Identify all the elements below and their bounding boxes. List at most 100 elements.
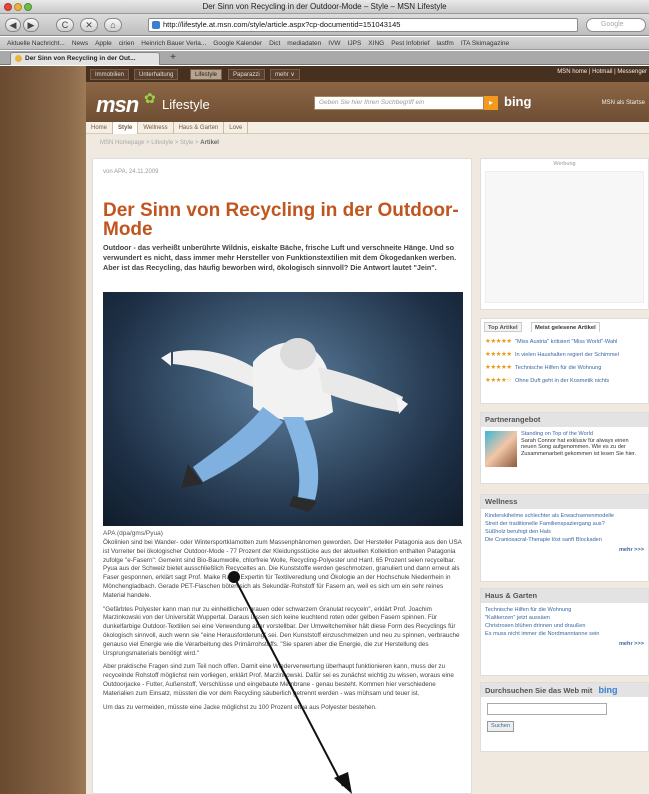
msn-search-button[interactable]: ▸ — [484, 96, 498, 110]
tab-active[interactable]: Der Sinn von Recycling in der Out... — [10, 52, 160, 65]
subnav-home[interactable]: Home — [86, 122, 114, 134]
subnav-love[interactable]: Love — [224, 122, 249, 134]
partner-title: Partnerangebot — [481, 413, 648, 427]
bookmark-item[interactable]: mediadaten — [287, 37, 321, 49]
tab-favicon-icon — [15, 55, 22, 62]
bookmark-item[interactable]: IVW — [328, 37, 340, 49]
browser-search-input[interactable]: Google — [586, 18, 646, 32]
article-paragraph: Aber praktische Fragen sind zum Teil noc… — [103, 663, 454, 697]
sub-nav: Home Style Wellness Haus & Garten Love — [86, 122, 649, 134]
back-button[interactable]: ◀ — [5, 18, 21, 32]
bookmark-item[interactable]: lastfm — [437, 37, 454, 49]
nav-immobilien[interactable]: Immobilien — [90, 69, 130, 80]
article-body: Ökolinien sind bei Wander- oder Wintersp… — [103, 539, 465, 717]
section-title: Lifestyle — [162, 97, 210, 112]
nav-unterhaltung[interactable]: Unterhaltung — [134, 69, 179, 80]
article-hero-image — [103, 292, 463, 526]
web-search-input[interactable] — [487, 703, 607, 715]
wellness-list: Kinderskihelme schlechter als Erwachsene… — [481, 509, 648, 547]
list-item[interactable]: Christrosen blühen drinnen und draußen — [485, 622, 644, 630]
msn-header: msn ✿ Lifestyle Geben Sie hier Ihren Suc… — [86, 82, 649, 122]
tab-meist-gelesen[interactable]: Meist gelesene Artikel — [531, 322, 600, 332]
bookmark-item[interactable]: Heinrich Bauer Verla... — [141, 37, 206, 49]
list-item-link[interactable]: Ohne Duft geht in der Kosmetik nichts — [515, 378, 609, 384]
page-background-rail — [0, 66, 86, 794]
partner-text: Standing on Top of the World Sarah Conno… — [521, 431, 645, 457]
list-item-link[interactable]: "Miss Austria" kritisiert "Miss World"-W… — [515, 339, 617, 345]
nav-paparazzi[interactable]: Paparazzi — [228, 69, 265, 80]
nav-mehr[interactable]: mehr ∨ — [270, 69, 300, 80]
wellness-more-link[interactable]: mehr >>> — [481, 547, 648, 553]
list-item[interactable]: Süßholz beruhigt den Hals — [485, 528, 644, 536]
top-articles-box: Top Artikel Meist gelesene Artikel ★★★★★… — [480, 318, 649, 404]
nav-lifestyle[interactable]: Lifestyle — [190, 69, 223, 80]
browser-toolbar: ◀ ▶ C ✕ ⌂ http://lifestyle.at.msn.com/st… — [0, 14, 649, 36]
bing-logo: bing — [504, 94, 532, 109]
home-button[interactable]: ⌂ — [104, 18, 122, 32]
bookmark-item[interactable]: IJPS — [348, 37, 362, 49]
msn-startpage-link[interactable]: MSN als Startse — [602, 100, 645, 106]
bookmark-item[interactable]: News — [72, 37, 88, 49]
web-search-button[interactable]: Suchen — [487, 721, 514, 732]
stop-button[interactable]: ✕ — [80, 18, 98, 32]
article-title: Der Sinn von Recycling in der Outdoor-Mo… — [103, 200, 459, 240]
forward-button[interactable]: ▶ — [23, 18, 39, 32]
msn-search-input[interactable]: Geben Sie hier Ihren Suchbegriff ein — [314, 96, 484, 110]
tab-label: Der Sinn von Recycling in der Out... — [25, 55, 136, 62]
reload-button[interactable]: C — [56, 18, 74, 32]
image-caption: APA (dpa/gms/Pyua) — [103, 530, 163, 537]
article-paragraph: Um das zu vermeiden, müsste eine Jacke m… — [103, 703, 377, 711]
web-search-label: Durchsuchen Sie das Web mit — [485, 686, 593, 695]
window-titlebar: Der Sinn von Recycling in der Outdoor-Mo… — [0, 0, 649, 14]
bookmarks-bar: Aktuelle Nachricht... News Apple cirien Hein… — [0, 37, 649, 50]
msn-logo[interactable]: msn — [96, 92, 139, 118]
bookmark-item[interactable]: Aktuelle Nachricht... — [7, 37, 65, 49]
haus-garten-title: Haus & Garten — [481, 589, 648, 603]
list-item[interactable]: Technische Hilfen für die Wohnung — [485, 606, 644, 614]
subnav-haus-garten[interactable]: Haus & Garten — [174, 122, 225, 134]
rating-stars-icon: ★★★★★ — [485, 364, 512, 371]
list-item[interactable]: Die Craniosacral-Therapie löst sanft Blo… — [485, 536, 644, 544]
list-item[interactable]: "Kaltkerzen" jetzt aussäen — [485, 614, 644, 622]
partner-image[interactable] — [485, 431, 517, 467]
rating-stars-icon: ★★★★★ — [485, 338, 512, 345]
bookmark-item[interactable]: Dict — [269, 37, 280, 49]
web-search-title: Durchsuchen Sie das Web mit bing — [481, 683, 648, 697]
haus-garten-more-link[interactable]: mehr >>> — [481, 641, 648, 647]
skier-jump-illustration — [161, 338, 408, 512]
article-paragraph: "Gefärbtes Polyester kann man nur zu ein… — [103, 605, 460, 657]
new-tab-button[interactable]: + — [166, 52, 180, 64]
bookmark-item[interactable]: Pest Infobrief — [391, 37, 429, 49]
subnav-wellness[interactable]: Wellness — [138, 122, 174, 134]
msn-top-links[interactable]: MSN home | Hotmail | Messenger — [557, 69, 647, 75]
site-favicon-icon — [152, 21, 160, 29]
rating-stars-icon: ★★★★★ — [485, 351, 512, 358]
list-item[interactable]: Kinderskihelme schlechter als Erwachsene… — [485, 512, 644, 520]
bookmark-item[interactable]: ITA Skimagazine — [461, 37, 509, 49]
list-item[interactable]: Streit der traditionelle Familienspazier… — [485, 520, 644, 528]
list-item-link[interactable]: In vielen Haushalten regiert der Schimme… — [515, 352, 619, 358]
wellness-box: Wellness Kinderskihelme schlechter als E… — [480, 494, 649, 582]
list-item-link[interactable]: Technische Hilfen für die Wohnung — [515, 365, 601, 371]
web-page: Immobilien Unterhaltung Lifestyle Papara… — [0, 66, 649, 794]
wellness-title: Wellness — [481, 495, 648, 509]
breadcrumb: MSN Homepage > Lifestyle > Style > Artik… — [100, 140, 219, 146]
article-byline: von APA, 24.11.2009 — [103, 169, 159, 175]
subnav-style[interactable]: Style — [113, 122, 139, 134]
ad-placeholder[interactable] — [485, 171, 644, 303]
haus-garten-list: Technische Hilfen für die Wohnung "Kaltk… — [481, 603, 648, 641]
address-bar[interactable]: http://lifestyle.at.msn.com/style/articl… — [148, 18, 578, 32]
breadcrumb-path[interactable]: MSN Homepage > Lifestyle > Style > — [100, 140, 199, 146]
bookmark-item[interactable]: Google Kalender — [213, 37, 262, 49]
bookmark-item[interactable]: cirien — [119, 37, 135, 49]
tab-strip: Der Sinn von Recycling in der Out... + — [0, 51, 649, 65]
partner-description: Sarah Connor hat exklusiv für always ein… — [521, 437, 637, 457]
rating-stars-icon: ★★★★☆ — [485, 377, 512, 384]
list-item[interactable]: ★★★★☆ Ohne Duft geht in der Kosmetik nich… — [485, 377, 647, 391]
tab-top-artikel[interactable]: Top Artikel — [484, 322, 522, 332]
partner-link[interactable]: Standing on Top of the World — [521, 431, 593, 437]
bookmark-item[interactable]: Apple — [95, 37, 112, 49]
list-item[interactable]: Es muss nicht immer die Nordmanntanne se… — [485, 630, 644, 638]
article-lead: Outdoor - das verheißt unberührte Wildni… — [103, 243, 457, 272]
bookmark-item[interactable]: XING — [368, 37, 384, 49]
